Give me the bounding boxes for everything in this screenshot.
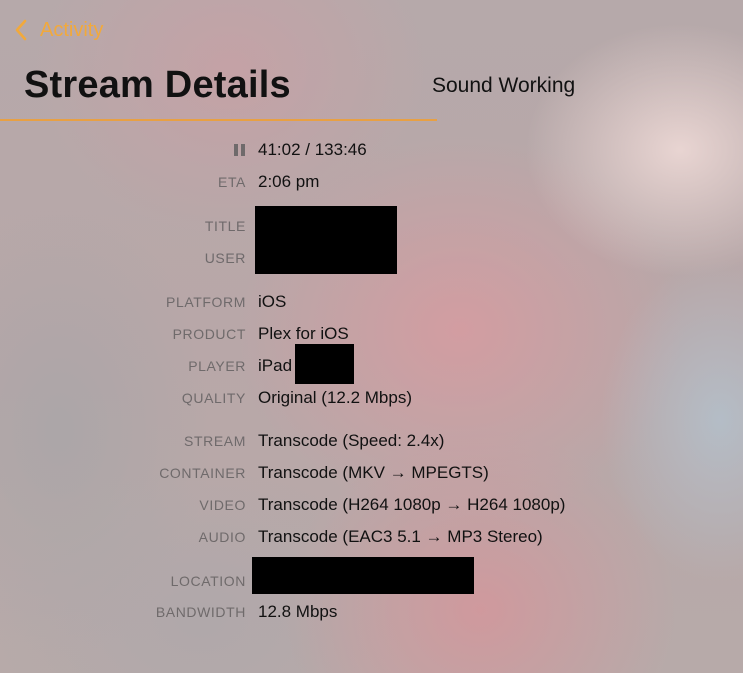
title-underline [0, 119, 437, 121]
eta-label: ETA [218, 174, 246, 190]
container-value: Transcode (MKV → MPEGTS) [258, 463, 489, 482]
container-label: CONTAINER [159, 465, 246, 481]
player-redaction [295, 344, 354, 384]
playback-progress: 41:02 / 133:46 [258, 140, 367, 159]
title-user-redaction [255, 206, 397, 274]
page-title: Stream Details [24, 64, 291, 106]
audio-label: AUDIO [198, 529, 246, 545]
stream-label: STREAM [184, 433, 246, 449]
pause-icon [234, 144, 246, 156]
back-button-label: Activity [40, 18, 104, 41]
platform-value: iOS [258, 292, 287, 311]
stream-row: STREAM Transcode (Speed: 2.4x) [0, 429, 743, 453]
player-label: PLAYER [188, 358, 246, 374]
title-label: TITLE [204, 218, 246, 234]
video-value: Transcode (H264 1080p → H264 1080p) [258, 495, 566, 514]
platform-label: PLATFORM [166, 294, 246, 310]
quality-value: Original (12.2 Mbps) [258, 388, 413, 407]
bandwidth-label: BANDWIDTH [155, 604, 246, 620]
player-row: PLAYER iPad [0, 354, 743, 378]
player-value: iPad [258, 356, 293, 375]
location-redaction [252, 557, 474, 594]
quality-label: QUALITY [181, 390, 246, 406]
eta-value: 2:06 pm [258, 172, 320, 191]
quality-row: QUALITY Original (12.2 Mbps) [0, 386, 743, 410]
audio-value: Transcode (EAC3 5.1 → MP3 Stereo) [258, 527, 543, 546]
eta-row: ETA 2:06 pm [0, 170, 743, 194]
product-label: PRODUCT [172, 326, 246, 342]
video-row: VIDEO Transcode (H264 1080p → H264 1080p… [0, 493, 743, 517]
container-row: CONTAINER Transcode (MKV → MPEGTS) [0, 461, 743, 485]
side-title: Sound Working [432, 74, 576, 97]
stream-value: Transcode (Speed: 2.4x) [258, 431, 445, 450]
audio-row: AUDIO Transcode (EAC3 5.1 → MP3 Stereo) [0, 525, 743, 549]
user-label: USER [204, 250, 246, 266]
product-value: Plex for iOS [258, 324, 349, 343]
platform-row: PLATFORM iOS [0, 290, 743, 314]
playback-row: 41:02 / 133:46 [0, 138, 743, 162]
location-label: LOCATION [170, 573, 246, 589]
bandwidth-row: BANDWIDTH 12.8 Mbps [0, 600, 743, 624]
video-label: VIDEO [199, 497, 246, 513]
chevron-left-icon [15, 19, 27, 41]
product-row: PRODUCT Plex for iOS [0, 322, 743, 346]
bandwidth-value: 12.8 Mbps [258, 602, 338, 621]
back-button[interactable]: Activity [14, 16, 103, 44]
